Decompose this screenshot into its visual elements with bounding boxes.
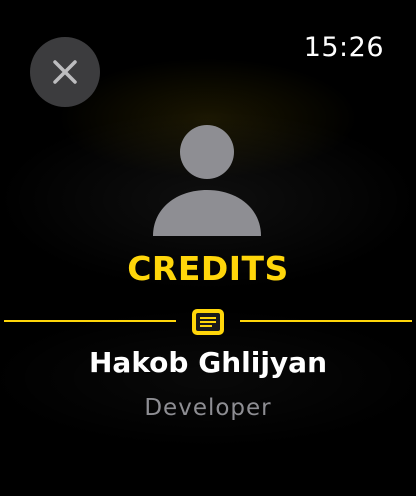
notes-icon [192,309,224,335]
page-title: CREDITS [127,249,289,288]
credits-screen: 15:26 CREDITS Hakob Ghlijyan Developer [0,0,416,496]
close-icon [53,60,77,84]
credit-role: Developer [144,395,272,421]
person-icon [153,125,261,236]
status-time: 15:26 [303,32,384,63]
divider-right [240,320,412,322]
divider-left [4,320,176,322]
credit-name: Hakob Ghlijyan [88,346,327,379]
close-button[interactable] [30,37,100,107]
